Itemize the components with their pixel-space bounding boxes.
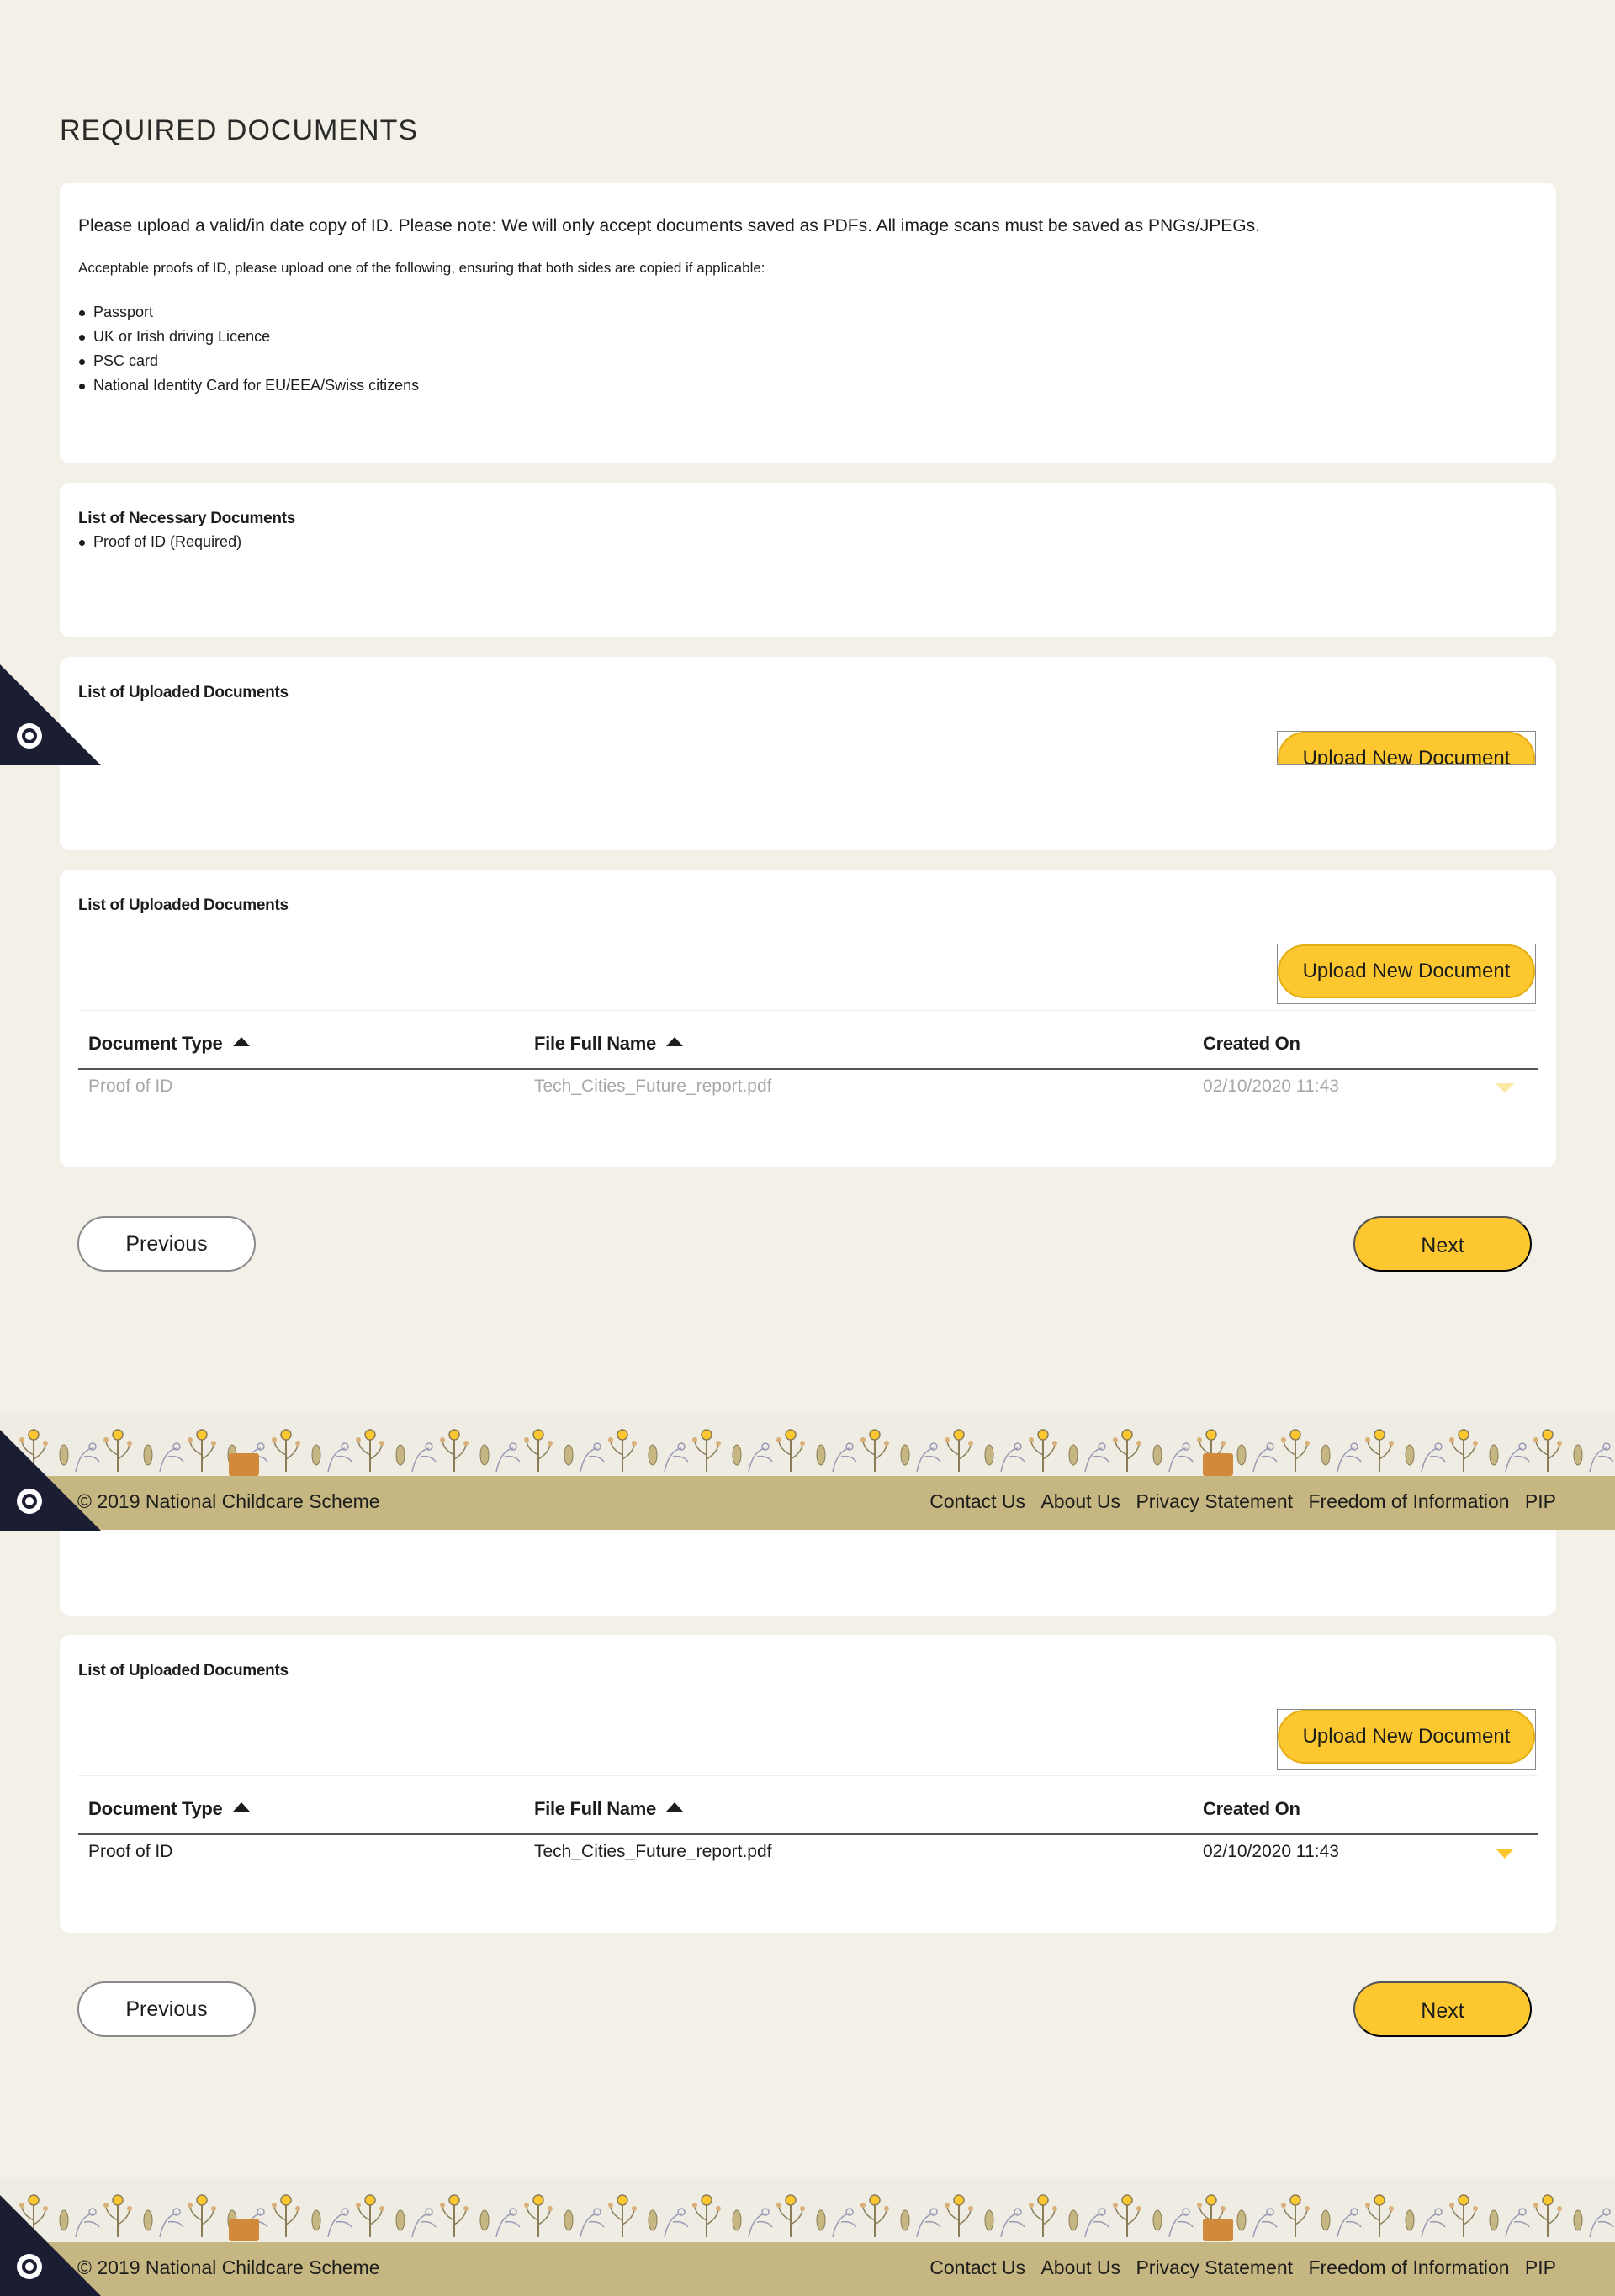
footer-link-contact[interactable]: Contact Us [929,1490,1025,1512]
cookie-settings-icon [0,664,101,765]
sort-ascending-icon [232,1037,250,1046]
chevron-down-icon[interactable] [1496,1083,1514,1093]
upload-new-document-button[interactable]: Upload New Document [1278,944,1535,998]
column-header-document-type[interactable]: Document Type [88,1798,250,1820]
next-button[interactable]: Next [1353,1981,1532,2037]
cell-document-type: Proof of ID [88,1842,173,1861]
footer-decoration [0,1413,1615,1476]
chevron-down-icon[interactable] [1496,1849,1514,1859]
footer-link-pip[interactable]: PIP [1525,1490,1556,1512]
necessary-documents-card: List of Necessary Documents Proof of ID … [60,483,1556,637]
footer-link-about[interactable]: About Us [1040,1490,1120,1512]
footer-copyright: © 2019 National Childcare Scheme [77,1490,380,1512]
cookie-settings-icon [0,1430,101,1531]
list-item: Passport [78,300,419,325]
cell-document-type: Proof of ID [88,1077,173,1096]
footer-link-contact[interactable]: Contact Us [929,2256,1025,2278]
floral-pattern [19,1429,1614,1476]
sort-ascending-icon [665,1037,683,1046]
footer-link-privacy[interactable]: Privacy Statement [1136,1490,1293,1512]
column-header-created-on[interactable]: Created On [1203,1798,1300,1820]
footer-links: Contact Us About Us Privacy Statement Fr… [919,2256,1556,2279]
floral-pattern [19,2194,1614,2241]
table-row[interactable]: Proof of ID Tech_Cities_Future_report.pd… [78,1071,1538,1108]
previous-button[interactable]: Previous [77,1981,256,2037]
previous-button[interactable]: Previous [77,1216,256,1272]
proof-of-id-text: Acceptable proofs of ID, please upload o… [78,260,765,276]
uploaded-documents-card: List of Uploaded Documents Upload New Do… [60,1635,1556,1933]
upload-button-frame: Upload New Document [1277,944,1536,1004]
column-header-document-type[interactable]: Document Type [88,1033,250,1055]
table-header: Document Type File Full Name Created On [78,1011,1538,1070]
footer-copyright: © 2019 National Childcare Scheme [77,2256,380,2278]
list-item: UK or Irish driving Licence [78,325,419,349]
table-row[interactable]: Proof of ID Tech_Cities_Future_report.pd… [78,1837,1538,1874]
footer-bar: © 2019 National Childcare Scheme Contact… [0,2242,1615,2296]
uploaded-documents-title: List of Uploaded Documents [78,1662,289,1680]
list-item: National Identity Card for EU/EEA/Swiss … [78,373,419,398]
upload-new-document-button[interactable]: Upload New Document [1278,1710,1535,1764]
cookie-settings-tab[interactable] [0,2195,101,2296]
cell-file-name: Tech_Cities_Future_report.pdf [534,1842,772,1861]
footer-decoration [0,2178,1615,2241]
id-types-list: Passport UK or Irish driving Licence PSC… [78,300,419,398]
column-header-file-full-name[interactable]: File Full Name [534,1033,683,1055]
cell-created-on: 02/10/2020 11:43 [1203,1842,1339,1861]
uploaded-documents-card: List of Uploaded Documents Upload New Do… [60,870,1556,1167]
sort-ascending-icon [665,1802,683,1812]
column-header-file-full-name[interactable]: File Full Name [534,1798,683,1820]
footer-link-privacy[interactable]: Privacy Statement [1136,2256,1293,2278]
cell-file-name: Tech_Cities_Future_report.pdf [534,1077,772,1096]
upload-button-frame: Upload New Document [1277,731,1536,765]
footer-link-foi[interactable]: Freedom of Information [1308,2256,1509,2278]
uploaded-documents-card-partial: List of Uploaded Documents Upload New Do… [60,657,1556,850]
cookie-settings-icon [0,2195,101,2296]
cookie-settings-tab[interactable] [0,664,101,765]
upload-new-document-button[interactable]: Upload New Document [1278,732,1535,764]
page-title: REQUIRED DOCUMENTS [60,114,419,146]
list-item: PSC card [78,349,419,373]
next-button[interactable]: Next [1353,1216,1532,1272]
column-header-created-on[interactable]: Created On [1203,1033,1300,1055]
sort-ascending-icon [232,1802,250,1812]
footer-links: Contact Us About Us Privacy Statement Fr… [919,1490,1556,1513]
table-header: Document Type File Full Name Created On [78,1776,1538,1835]
cell-created-on: 02/10/2020 11:43 [1203,1077,1339,1096]
intro-text: Please upload a valid/in date copy of ID… [78,216,1260,235]
footer-link-pip[interactable]: PIP [1525,2256,1556,2278]
uploaded-documents-title: List of Uploaded Documents [78,897,289,914]
intro-card: Please upload a valid/in date copy of ID… [60,183,1556,463]
uploaded-documents-title: List of Uploaded Documents [78,684,289,701]
upload-button-frame: Upload New Document [1277,1709,1536,1770]
footer-link-about[interactable]: About Us [1040,2256,1120,2278]
necessary-documents-list: Proof of ID (Required) [78,530,241,554]
list-item: Proof of ID (Required) [78,530,241,554]
card-partial [60,1530,1556,1616]
cookie-settings-tab[interactable] [0,1430,101,1531]
footer-bar: © 2019 National Childcare Scheme Contact… [0,1476,1615,1530]
footer-link-foi[interactable]: Freedom of Information [1308,1490,1509,1512]
necessary-documents-title: List of Necessary Documents [78,510,295,527]
